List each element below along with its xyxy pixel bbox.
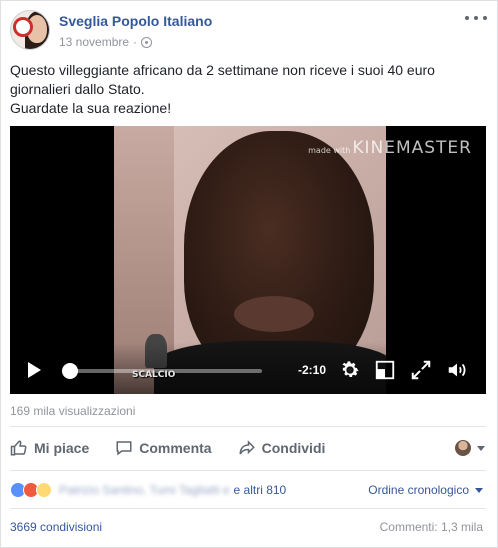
divider	[10, 508, 486, 509]
chevron-down-icon	[475, 487, 483, 493]
post-text: Questo villeggiante africano da 2 settim…	[10, 61, 485, 118]
post-text-line: Guardate la sua reazione!	[10, 100, 172, 116]
haha-reaction-icon	[36, 482, 52, 498]
share-arrow-icon	[239, 440, 255, 455]
chevron-down-icon	[477, 445, 485, 451]
kinemaster-watermark: made with KINEMASTER	[308, 138, 472, 158]
comment-bubble-icon	[116, 441, 132, 456]
meta-separator: ·	[133, 35, 138, 49]
action-bar: Mi piace Commenta Condividi	[10, 432, 486, 464]
like-label: Mi piace	[34, 440, 90, 456]
fullscreen-expand-icon[interactable]	[410, 359, 432, 381]
play-icon[interactable]	[28, 362, 41, 378]
post-as-selector[interactable]	[455, 440, 485, 456]
order-label: Ordine cronologico	[368, 483, 469, 497]
comment-count[interactable]: Commenti: 1,3 mila	[380, 520, 483, 534]
video-player[interactable]: made with KINEMASTER SCALCIO -2:10	[10, 126, 486, 394]
settings-gear-icon[interactable]	[339, 359, 361, 381]
video-overlay-label: SCALCIO	[132, 370, 176, 380]
more-options-icon[interactable]	[465, 13, 487, 23]
comment-label: Commenta	[139, 440, 212, 456]
share-count[interactable]: 3669 condivisioni	[10, 520, 102, 534]
miniplayer-icon[interactable]	[374, 359, 396, 381]
share-label: Condividi	[261, 440, 326, 456]
comment-order-dropdown[interactable]: Ordine cronologico	[368, 483, 483, 497]
post-header: Sveglia Popolo Italiano 13 novembre ·	[10, 10, 212, 52]
view-count: 169 mila visualizzazioni	[10, 404, 136, 418]
share-button[interactable]: Condividi	[238, 439, 326, 457]
divider	[10, 426, 486, 427]
others-count[interactable]: e altri 810	[234, 483, 287, 497]
thumbs-up-icon	[10, 440, 27, 456]
post-text-line: giornalieri dallo Stato.	[10, 81, 145, 97]
progress-knob[interactable]	[62, 363, 78, 379]
like-button[interactable]: Mi piace	[10, 439, 89, 457]
time-remaining: -2:10	[298, 363, 327, 377]
page-avatar[interactable]	[10, 10, 50, 50]
page-name-link[interactable]: Sveglia Popolo Italiano	[59, 12, 212, 30]
post-text-line: Questo villeggiante africano da 2 settim…	[10, 62, 435, 78]
post-date[interactable]: 13 novembre	[59, 34, 129, 50]
user-avatar	[455, 440, 471, 456]
volume-icon[interactable]	[446, 359, 468, 381]
post-card: Sveglia Popolo Italiano 13 novembre · Qu…	[0, 0, 498, 548]
reactor-names[interactable]: Patrizio Santino, Tumi Tagliatti e	[59, 483, 230, 497]
comment-button[interactable]: Commenta	[115, 439, 212, 457]
divider	[10, 470, 486, 471]
globe-icon	[141, 36, 153, 48]
